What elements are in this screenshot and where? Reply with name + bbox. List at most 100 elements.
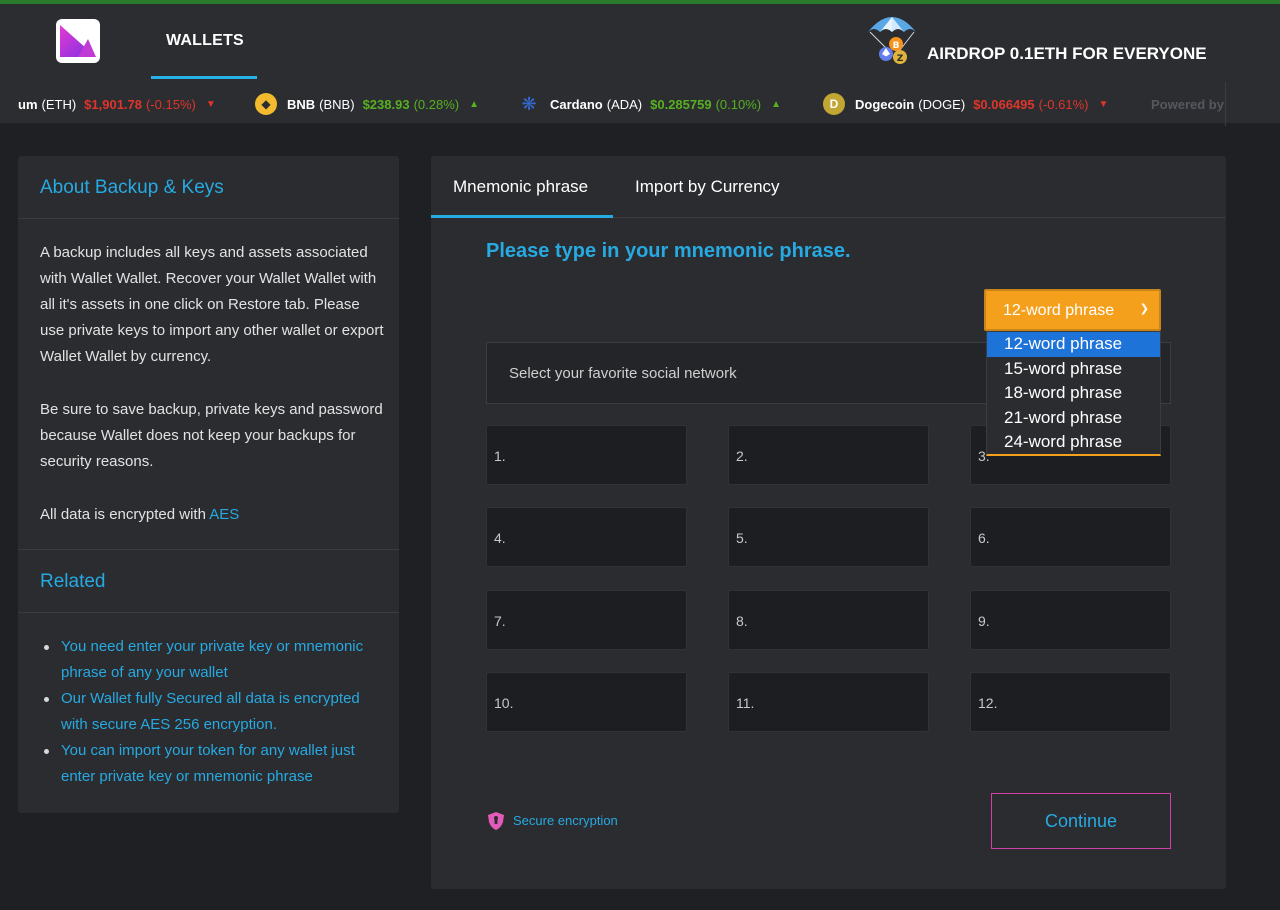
word-input-10[interactable]: 10.	[486, 672, 687, 732]
shield-lock-icon	[488, 812, 504, 830]
airdrop-text: AIRDROP 0.1ETH FOR EVERYONE	[927, 44, 1207, 63]
app-logo[interactable]	[56, 19, 100, 63]
word-number: 2.	[736, 448, 748, 464]
option-label: 18-word phrase	[1004, 383, 1123, 402]
option-label: 15-word phrase	[1004, 358, 1123, 378]
mnemonic-prompt: Please type in your mnemonic phrase.	[486, 240, 851, 262]
ticker-change: (0.28%)	[413, 96, 460, 112]
word-input-7[interactable]: 7.	[486, 590, 687, 650]
ticker-change: (-0.61%)	[1038, 96, 1089, 112]
word-number: 5.	[736, 530, 748, 546]
ticker-price: $0.285759	[650, 96, 712, 112]
cardano-icon: ❋	[521, 93, 537, 114]
ticker-item[interactable]: um (ETH) $1,901.78 (-0.15%) ▼	[18, 82, 216, 126]
down-arrow-icon: ▼	[205, 98, 216, 110]
logo-icon	[60, 25, 96, 57]
powered-by-text: Powered by	[1151, 96, 1224, 112]
phrase-option-15[interactable]: 15-word phrase	[987, 357, 1160, 382]
phrase-option-21[interactable]: 21-word phrase	[987, 406, 1160, 431]
continue-button[interactable]: Continue	[991, 793, 1171, 849]
phrase-option-12[interactable]: 12-word phrase	[987, 332, 1160, 357]
airdrop-parachute-icon: B Z	[868, 17, 916, 64]
word-input-9[interactable]: 9.	[970, 590, 1171, 650]
aes-link[interactable]: AES	[209, 506, 239, 523]
word-input-8[interactable]: 8.	[728, 590, 929, 650]
price-ticker: um (ETH) $1,901.78 (-0.15%) ▼ ◆ BNB (BNB…	[0, 82, 1226, 126]
ticker-symbol: (ADA)	[606, 96, 643, 112]
phrase-option-24[interactable]: 24-word phrase	[987, 430, 1160, 455]
ticker-symbol: (BNB)	[319, 96, 355, 112]
tab-label: Import by Currency	[635, 177, 780, 196]
word-input-12[interactable]: 12.	[970, 672, 1171, 732]
option-label: 24-word phrase	[1004, 432, 1123, 451]
word-number: 9.	[978, 613, 990, 629]
about-title: About Backup & Keys	[40, 177, 224, 198]
about-paragraph-2: Be sure to save backup, private keys and…	[40, 401, 383, 470]
ticker-price: $0.066495	[973, 96, 1035, 112]
header: WALLETS B Z AIRDROP 0.1ETH FOR EVERYONE …	[0, 4, 1280, 126]
phrase-length-value: 12-word phrase	[1003, 302, 1115, 319]
down-arrow-icon: ▼	[1098, 98, 1109, 110]
ticker-name: Dogecoin	[855, 96, 915, 112]
tab-label: Mnemonic phrase	[453, 177, 589, 196]
tab-mnemonic-phrase[interactable]: Mnemonic phrase	[431, 156, 613, 218]
svg-text:B: B	[893, 41, 900, 51]
ticker-item[interactable]: ◆ BNB (BNB) $238.93 (0.28%) ▲	[255, 82, 479, 126]
related-header: Related	[18, 549, 399, 613]
phrase-option-18[interactable]: 18-word phrase	[987, 381, 1160, 406]
word-input-11[interactable]: 11.	[728, 672, 929, 732]
option-label: 21-word phrase	[1004, 407, 1123, 427]
word-input-6[interactable]: 6.	[970, 507, 1171, 567]
tab-bar: Mnemonic phrase Import by Currency	[431, 156, 1226, 218]
word-number: 7.	[494, 613, 506, 629]
ticker-item[interactable]: D Dogecoin (DOGE) $0.066495 (-0.61%) ▼	[823, 82, 1108, 126]
about-paragraph-3: All data is encrypted with AES	[40, 502, 385, 528]
word-input-5[interactable]: 5.	[728, 507, 929, 567]
ticker-symbol: (ETH)	[41, 96, 77, 112]
related-list: You need enter your private key or mnemo…	[40, 634, 385, 790]
word-number: 6.	[978, 530, 990, 546]
airdrop-banner[interactable]: B Z AIRDROP 0.1ETH FOR EVERYONE	[862, 8, 1222, 78]
option-label: 12-word phrase	[1004, 334, 1123, 353]
related-item[interactable]: Our Wallet fully Secured all data is enc…	[40, 686, 385, 738]
up-arrow-icon: ▲	[469, 98, 479, 110]
ticker-change: (0.10%)	[715, 96, 762, 112]
sidebar-panel: About Backup & Keys A backup includes al…	[18, 156, 399, 813]
word-number: 8.	[736, 613, 748, 629]
word-number: 12.	[978, 695, 998, 711]
restore-panel: Mnemonic phrase Import by Currency Pleas…	[431, 156, 1226, 889]
social-network-placeholder: Select your favorite social network	[509, 365, 737, 382]
svg-text:Z: Z	[897, 54, 904, 64]
about-paragraph-1: A backup includes all keys and assets as…	[40, 244, 384, 365]
ticker-price: $1,901.78	[84, 96, 143, 112]
related-title: Related	[40, 571, 106, 592]
word-number: 11.	[736, 695, 755, 711]
word-number: 10.	[494, 695, 514, 711]
ticker-name: um	[18, 96, 38, 112]
phrase-length-select[interactable]: 12-word phrase ❯	[984, 289, 1161, 331]
ticker-symbol: (DOGE)	[918, 96, 966, 112]
ticker-item[interactable]: ❋ Cardano (ADA) $0.285759 (0.10%) ▲	[518, 82, 781, 126]
phrase-length-dropdown: 12-word phrase 15-word phrase 18-word ph…	[986, 331, 1161, 456]
nav-active-underline	[151, 76, 257, 79]
word-input-2[interactable]: 2.	[728, 425, 929, 485]
dogecoin-icon: D	[823, 93, 845, 115]
ticker-name: Cardano	[550, 96, 603, 112]
aes-prefix: All data is encrypted with	[40, 506, 210, 523]
ticker-name: BNB	[287, 96, 316, 112]
related-item[interactable]: You need enter your private key or mnemo…	[40, 634, 385, 686]
tab-import-by-currency[interactable]: Import by Currency	[613, 156, 813, 218]
nav-wallets[interactable]: WALLETS	[151, 4, 257, 79]
secure-encryption-text: Secure encryption	[513, 813, 618, 828]
ticker-change: (-0.15%)	[146, 96, 196, 112]
bnb-icon: ◆	[255, 93, 277, 115]
word-number: 1.	[494, 448, 506, 464]
up-arrow-icon: ▲	[771, 98, 782, 110]
word-number: 4.	[494, 530, 506, 546]
word-input-1[interactable]: 1.	[486, 425, 687, 485]
ticker-powered-by[interactable]: Powered by	[1151, 82, 1224, 126]
related-item[interactable]: You can import your token for any wallet…	[40, 738, 385, 790]
ticker-price: $238.93	[362, 96, 410, 112]
about-header: About Backup & Keys	[18, 156, 399, 219]
word-input-4[interactable]: 4.	[486, 507, 687, 567]
